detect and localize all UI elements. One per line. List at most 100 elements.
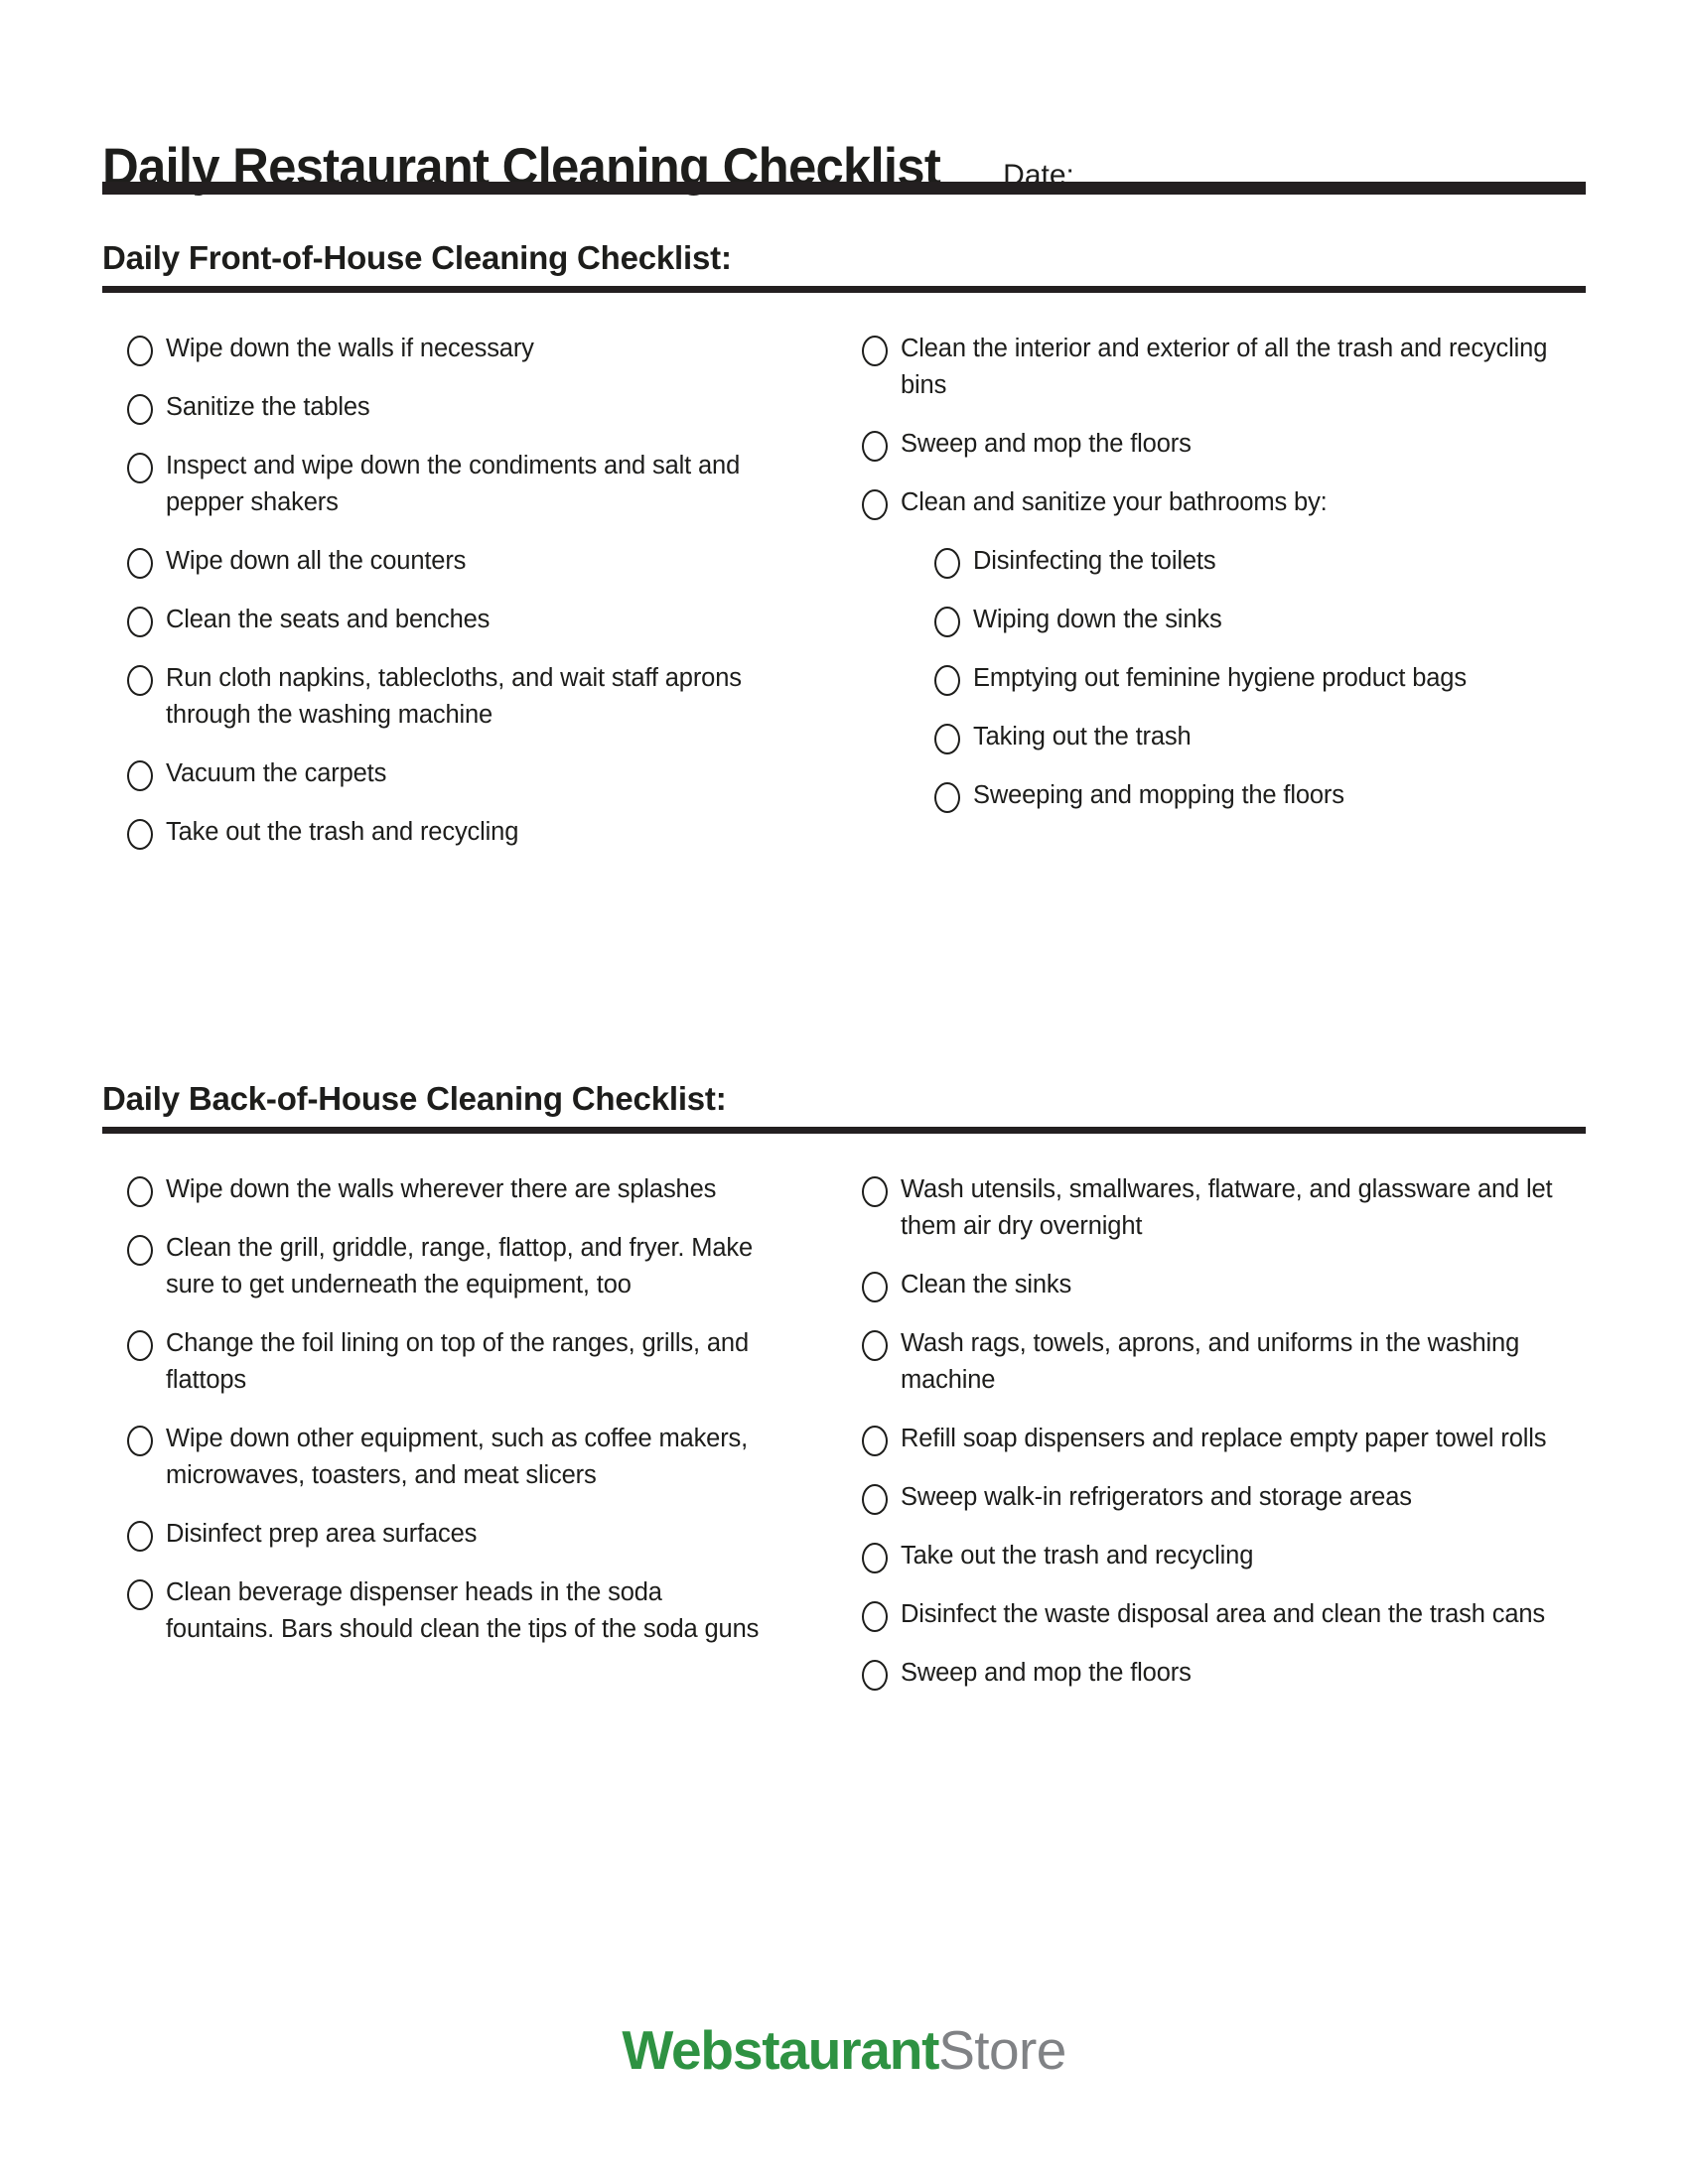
checklist-item-label: Wiping down the sinks [973, 606, 1222, 633]
section-heading-back-of-house: Daily Back-of-House Cleaning Checklist: [102, 1080, 727, 1117]
checkbox-circle-icon[interactable] [127, 607, 153, 637]
checkbox-circle-icon[interactable] [862, 1660, 888, 1691]
checklist-item-label: Take out the trash and recycling [901, 1542, 1254, 1570]
checkbox-circle-icon[interactable] [127, 1426, 153, 1456]
checklist-item-label: Wipe down the walls if necessary [166, 335, 534, 362]
checklist-item-label: Clean the seats and benches [166, 606, 491, 633]
checklist-item[interactable]: Wipe down other equipment, such as coffe… [127, 1421, 773, 1494]
checklist-item-label: Wipe down other equipment, such as coffe… [166, 1425, 749, 1489]
checklist-item[interactable]: Clean the seats and benches [127, 602, 782, 638]
checklist-item-label: Clean the grill, griddle, range, flattop… [166, 1234, 754, 1298]
checklist-item-label: Clean the sinks [901, 1271, 1072, 1298]
checklist-item-label: Sweeping and mopping the floors [973, 781, 1344, 809]
section-divider-back-of-house [102, 1127, 1586, 1134]
checklist-item[interactable]: Inspect and wipe down the condiments and… [127, 448, 782, 521]
checklist-item-label: Emptying out feminine hygiene product ba… [973, 664, 1467, 692]
checkbox-circle-icon[interactable] [862, 1601, 888, 1632]
checklist-item[interactable]: Sweep and mop the floors [862, 1655, 1567, 1692]
checklist-item-label: Vacuum the carpets [166, 759, 387, 787]
checklist-item-label: Disinfect the waste disposal area and cl… [901, 1600, 1546, 1628]
checklist-item-label: Take out the trash and recycling [166, 818, 519, 846]
checkbox-circle-icon[interactable] [127, 1579, 153, 1610]
checklist-item[interactable]: Disinfect the waste disposal area and cl… [862, 1596, 1567, 1633]
header-divider [102, 182, 1586, 195]
checklist-item[interactable]: Wash utensils, smallwares, flatware, and… [862, 1171, 1567, 1245]
checkbox-circle-icon[interactable] [862, 1543, 888, 1573]
checkbox-circle-icon[interactable] [934, 607, 960, 637]
checklist-item[interactable]: Clean the interior and exterior of all t… [862, 331, 1557, 404]
checklist-subitem[interactable]: Disinfecting the toilets [934, 543, 1557, 580]
checklist-item[interactable]: Sanitize the tables [127, 389, 782, 426]
checklist-item[interactable]: Change the foil lining on top of the ran… [127, 1325, 773, 1399]
checkbox-circle-icon[interactable] [862, 1484, 888, 1515]
checkbox-circle-icon[interactable] [127, 819, 153, 850]
checklist-subitem[interactable]: Sweeping and mopping the floors [934, 777, 1557, 814]
checkbox-circle-icon[interactable] [862, 1176, 888, 1207]
checkbox-circle-icon[interactable] [127, 1235, 153, 1266]
checklist-item[interactable]: Clean and sanitize your bathrooms by: [862, 484, 1557, 521]
checkbox-circle-icon[interactable] [127, 760, 153, 791]
checklist-item[interactable]: Wash rags, towels, aprons, and uniforms … [862, 1325, 1567, 1399]
checklist-item-label: Refill soap dispensers and replace empty… [901, 1425, 1547, 1452]
checklist-item-label: Sweep and mop the floors [901, 430, 1192, 458]
webstaurantstore-logo: WebstaurantStore [0, 2018, 1688, 2082]
checkbox-circle-icon[interactable] [862, 489, 888, 520]
checklist-item-label: Inspect and wipe down the condiments and… [166, 452, 741, 516]
logo-secondary-text: Store [938, 2019, 1066, 2081]
checklist-item-label: Clean beverage dispenser heads in the so… [166, 1578, 760, 1643]
checklist-item[interactable]: Refill soap dispensers and replace empty… [862, 1421, 1567, 1457]
checklist-subitem[interactable]: Emptying out feminine hygiene product ba… [934, 660, 1557, 697]
checklist-item-label: Clean the interior and exterior of all t… [901, 335, 1548, 399]
checklist-item-label: Disinfecting the toilets [973, 547, 1216, 575]
checklist-item-label: Sanitize the tables [166, 393, 370, 421]
checklist-item-label: Change the foil lining on top of the ran… [166, 1329, 749, 1394]
checkbox-circle-icon[interactable] [127, 1330, 153, 1361]
checklist-item-label: Disinfect prep area surfaces [166, 1520, 478, 1548]
checklist-subitem[interactable]: Taking out the trash [934, 719, 1557, 755]
checklist-item[interactable]: Clean the sinks [862, 1267, 1567, 1303]
checklist-item[interactable]: Sweep and mop the floors [862, 426, 1557, 463]
checklist-item-label: Sweep walk-in refrigerators and storage … [901, 1483, 1412, 1511]
section-divider-front-of-house [102, 286, 1586, 293]
checkbox-circle-icon[interactable] [862, 1272, 888, 1302]
checkbox-circle-icon[interactable] [127, 1176, 153, 1207]
checklist-item[interactable]: Vacuum the carpets [127, 755, 782, 792]
checklist-item-label: Taking out the trash [973, 723, 1192, 751]
checklist-item-label: Wash utensils, smallwares, flatware, and… [901, 1175, 1553, 1240]
checklist-item-label: Wipe down the walls wherever there are s… [166, 1175, 717, 1203]
checkbox-circle-icon[interactable] [934, 548, 960, 579]
checklist-item[interactable]: Run cloth napkins, tablecloths, and wait… [127, 660, 782, 734]
checkbox-circle-icon[interactable] [862, 1330, 888, 1361]
checklist-item-label: Wipe down all the counters [166, 547, 467, 575]
checklist-item-label: Sweep and mop the floors [901, 1659, 1192, 1687]
checkbox-circle-icon[interactable] [127, 548, 153, 579]
checklist-item[interactable]: Clean beverage dispenser heads in the so… [127, 1574, 773, 1648]
checkbox-circle-icon[interactable] [127, 665, 153, 696]
checklist-subitem[interactable]: Wiping down the sinks [934, 602, 1557, 638]
checkbox-circle-icon[interactable] [127, 336, 153, 366]
checklist-item[interactable]: Wipe down the walls if necessary [127, 331, 782, 367]
front-of-house-left-column: Wipe down the walls if necessary Sanitize… [127, 331, 782, 873]
checklist-page: Daily Restaurant Cleaning Checklist Date… [0, 0, 1688, 2184]
back-of-house-right-column: Wash utensils, smallwares, flatware, and… [862, 1171, 1567, 1713]
checkbox-circle-icon[interactable] [862, 431, 888, 462]
checklist-item[interactable]: Take out the trash and recycling [127, 814, 782, 851]
checkbox-circle-icon[interactable] [862, 336, 888, 366]
checklist-item[interactable]: Sweep walk-in refrigerators and storage … [862, 1479, 1567, 1516]
checkbox-circle-icon[interactable] [934, 665, 960, 696]
logo-primary-text: Webstaurant [622, 2019, 939, 2081]
front-of-house-right-column: Clean the interior and exterior of all t… [862, 331, 1557, 836]
checklist-item[interactable]: Disinfect prep area surfaces [127, 1516, 773, 1553]
checkbox-circle-icon[interactable] [127, 394, 153, 425]
checklist-item-label: Clean and sanitize your bathrooms by: [901, 488, 1328, 516]
checkbox-circle-icon[interactable] [934, 724, 960, 754]
checklist-item-label: Wash rags, towels, aprons, and uniforms … [901, 1329, 1520, 1394]
checklist-item[interactable]: Clean the grill, griddle, range, flattop… [127, 1230, 773, 1303]
checklist-item[interactable]: Wipe down the walls wherever there are s… [127, 1171, 773, 1208]
checklist-item[interactable]: Take out the trash and recycling [862, 1538, 1567, 1574]
checkbox-circle-icon[interactable] [127, 1521, 153, 1552]
checkbox-circle-icon[interactable] [934, 782, 960, 813]
checkbox-circle-icon[interactable] [862, 1426, 888, 1456]
checkbox-circle-icon[interactable] [127, 453, 153, 483]
checklist-item[interactable]: Wipe down all the counters [127, 543, 782, 580]
